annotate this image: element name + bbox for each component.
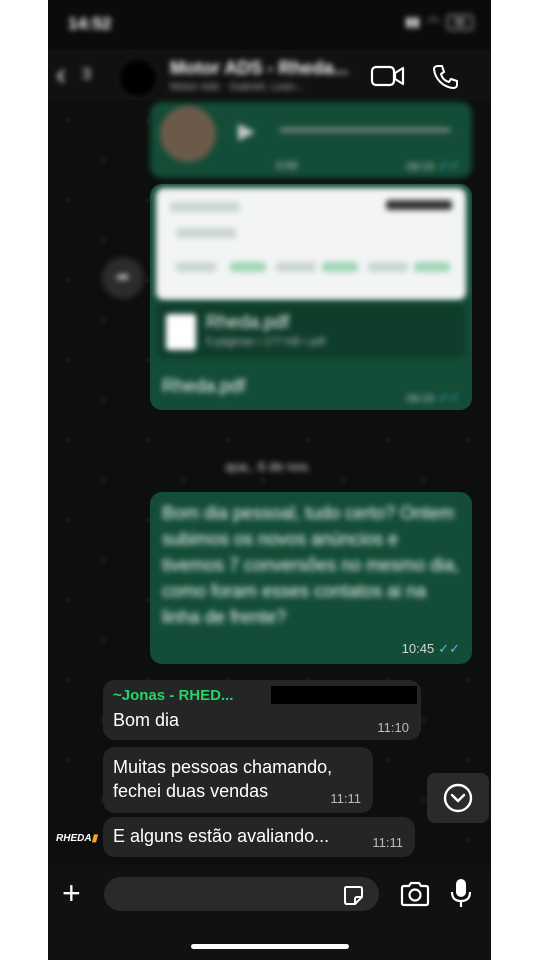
video-call-icon[interactable] — [370, 63, 406, 89]
document-caption: Rheda.pdf — [162, 376, 246, 396]
group-avatar[interactable] — [118, 58, 158, 98]
preview-logo — [386, 200, 452, 210]
incoming-message[interactable]: E alguns estão avaliando... 11:11 — [103, 817, 415, 857]
double-check-icon: ✓✓ — [438, 641, 460, 656]
back-chevron-icon[interactable]: ‹ — [56, 58, 66, 92]
file-meta: 5 páginas • 177 KB • pdf — [206, 336, 326, 348]
preview-cell — [176, 262, 216, 272]
wifi-icon: ◠ — [427, 14, 439, 29]
document-message[interactable]: Rheda.pdf 5 páginas • 177 KB • pdf Rheda… — [150, 184, 472, 410]
mic-icon[interactable] — [449, 877, 473, 909]
sender-name[interactable]: ~Jonas - RHED... — [113, 687, 233, 704]
file-name: Rheda.pdf — [206, 312, 290, 332]
pdf-icon — [166, 314, 196, 350]
document-preview[interactable] — [156, 188, 466, 300]
message-time: 11:10 — [377, 720, 409, 735]
message-time: 11:11 — [330, 791, 361, 806]
forward-icon[interactable]: ➦ — [102, 257, 144, 299]
preview-cell — [230, 262, 266, 272]
signal-icon: ▮▮ — [405, 14, 420, 29]
audio-message[interactable]: ▶ 0:58 09:15 ✓✓ — [150, 102, 472, 178]
double-check-icon: ✓✓ — [438, 158, 460, 173]
message-time: 10:45 ✓✓ — [401, 641, 460, 656]
status-bar: 14:52 ▮▮ ◠ 21 — [48, 0, 491, 50]
status-icons: ▮▮ ◠ 21 — [405, 14, 473, 30]
message-input[interactable] — [104, 877, 379, 911]
audio-duration: 0:58 — [276, 160, 298, 172]
message-text: Bom dia — [113, 710, 180, 730]
scroll-to-bottom-button[interactable] — [427, 773, 489, 823]
message-time: 09:15 ✓✓ — [406, 390, 460, 405]
chevron-down-icon — [443, 783, 473, 813]
battery-icon: 21 — [447, 14, 473, 30]
redaction-bar — [271, 686, 417, 704]
file-attachment[interactable]: Rheda.pdf 5 páginas • 177 KB • pdf — [156, 304, 466, 358]
message-time: 11:11 — [372, 835, 403, 850]
plus-icon[interactable]: + — [62, 875, 81, 911]
preview-cell — [368, 262, 408, 272]
incoming-message[interactable]: ~Jonas - RHED... Bom dia 11:10 — [103, 680, 421, 740]
status-time: 14:52 — [68, 14, 112, 33]
audio-sender-avatar — [160, 106, 216, 162]
chat-subtitle: Motor Ads · Gabriel, Lean... — [170, 81, 305, 93]
play-icon[interactable]: ▶ — [238, 118, 255, 144]
message-text: Muitas pessoas chamando, fechei duas ven… — [113, 757, 333, 801]
composer-bar: + — [48, 865, 491, 960]
camera-icon[interactable] — [399, 880, 431, 908]
sender-avatar[interactable]: RHEDA▮ — [56, 822, 97, 856]
date-separator: qua., 6 de nov. — [225, 459, 311, 474]
home-indicator[interactable] — [191, 944, 349, 949]
preview-line — [176, 228, 236, 238]
chat-title[interactable]: Motor ADS - Rheda... — [170, 58, 348, 79]
unread-count: 3 — [82, 66, 91, 83]
phone-screen: 14:52 ▮▮ ◠ 21 ‹ 3 Motor ADS - Rheda... M… — [48, 0, 491, 960]
outgoing-text-message[interactable]: Bom dia pessoal, tudo certo? Ontem subim… — [150, 492, 472, 664]
audio-waveform[interactable] — [280, 128, 450, 132]
message-text: Bom dia pessoal, tudo certo? Ontem subim… — [162, 503, 460, 627]
preview-line — [170, 202, 240, 212]
incoming-message[interactable]: Muitas pessoas chamando, fechei duas ven… — [103, 747, 373, 813]
message-time: 09:15 ✓✓ — [406, 158, 460, 173]
sticker-icon[interactable] — [342, 884, 364, 906]
chat-header[interactable]: ‹ 3 Motor ADS - Rheda... Motor Ads · Gab… — [48, 50, 491, 102]
preview-cell — [276, 262, 316, 272]
preview-cell — [414, 262, 450, 272]
preview-cell — [322, 262, 358, 272]
message-text: E alguns estão avaliando... — [113, 826, 330, 846]
double-check-icon: ✓✓ — [438, 390, 460, 405]
phone-icon[interactable] — [431, 63, 459, 91]
